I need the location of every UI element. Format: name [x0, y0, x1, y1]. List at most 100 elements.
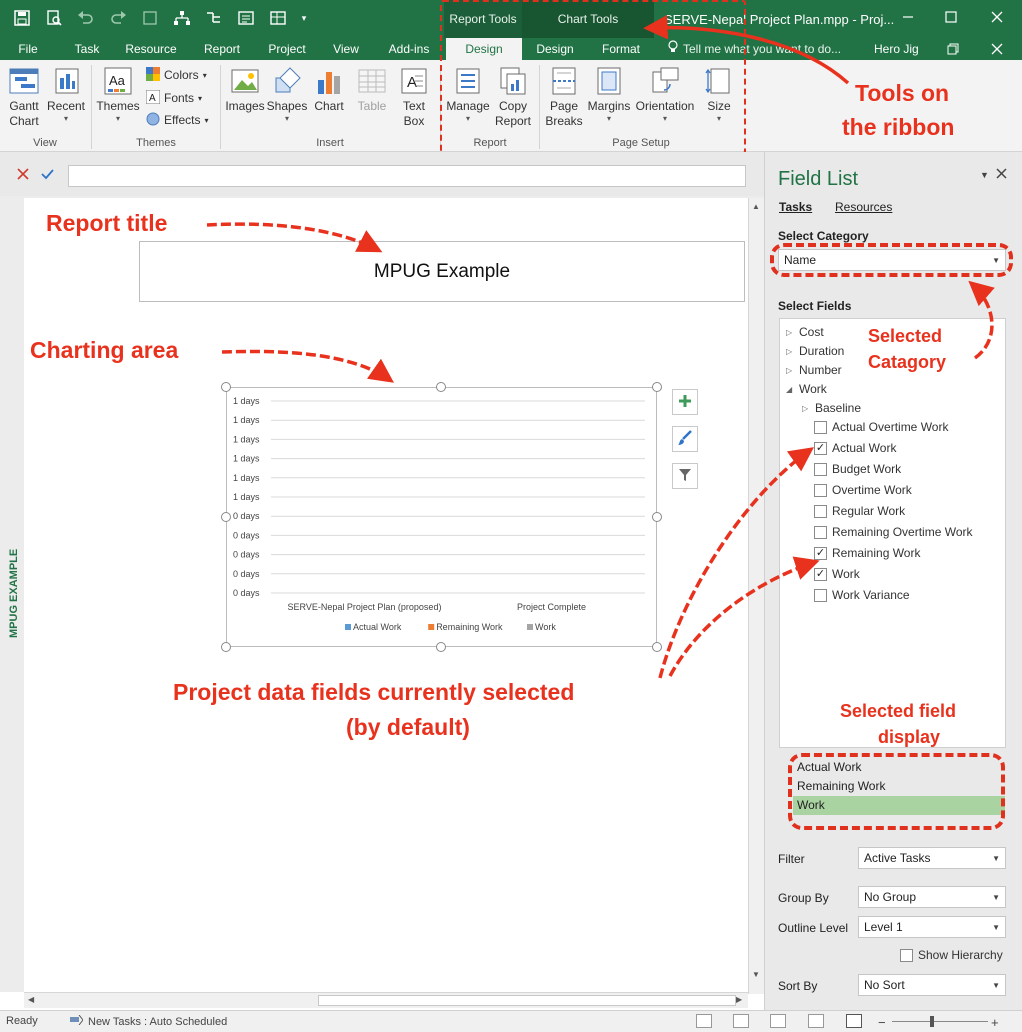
- user-name[interactable]: Hero Jig: [874, 38, 919, 60]
- colors-button[interactable]: Colors ▾: [146, 65, 207, 85]
- group-by-select[interactable]: No Group ▼: [858, 886, 1006, 908]
- table-button[interactable]: Table: [352, 64, 392, 114]
- zoom-slider-thumb[interactable]: [930, 1016, 934, 1027]
- tab-task[interactable]: Task: [66, 38, 108, 60]
- panel-options-icon[interactable]: ▼: [980, 170, 989, 180]
- page-breaks-button[interactable]: Page Breaks: [543, 64, 585, 129]
- sort-by-select[interactable]: No Sort ▼: [858, 974, 1006, 996]
- gantt-view-icon[interactable]: [696, 1014, 712, 1028]
- category-select[interactable]: Name ▼: [778, 249, 1006, 271]
- confirm-entry-icon[interactable]: [37, 164, 57, 184]
- orientation-button[interactable]: Orientation ▾: [634, 64, 696, 124]
- expand-triangle-icon[interactable]: ▷: [786, 366, 794, 375]
- field-checkbox-row[interactable]: ✓ Actual Work: [814, 441, 896, 455]
- resource-sheet-icon[interactable]: [808, 1014, 824, 1028]
- collapse-triangle-icon[interactable]: ◢: [786, 385, 794, 394]
- close-window-button[interactable]: [982, 6, 1012, 28]
- text-box-button[interactable]: A Text Box: [396, 64, 432, 129]
- manage-button[interactable]: Manage ▾: [444, 64, 492, 124]
- team-planner-icon[interactable]: [770, 1014, 786, 1028]
- indent-icon[interactable]: [200, 6, 228, 30]
- tab-chart-format[interactable]: Format: [592, 38, 650, 60]
- tab-file[interactable]: File: [8, 38, 48, 60]
- resize-handle[interactable]: [652, 512, 662, 522]
- field-checkbox-row[interactable]: Work Variance: [814, 588, 910, 602]
- size-button[interactable]: Size ▾: [700, 64, 738, 124]
- tab-project[interactable]: Project: [262, 38, 312, 60]
- tree-node-work[interactable]: ◢ Work: [786, 382, 827, 396]
- customize-qat-icon[interactable]: ▾: [296, 6, 312, 30]
- outline-icon[interactable]: [168, 6, 196, 30]
- checkbox-icon[interactable]: [814, 420, 827, 434]
- resize-handle[interactable]: [436, 642, 446, 652]
- scroll-right-icon[interactable]: ▶: [736, 995, 742, 1004]
- scroll-left-icon[interactable]: ◀: [28, 995, 34, 1004]
- expand-triangle-icon[interactable]: ▷: [802, 404, 810, 413]
- tree-node-cost[interactable]: ▷ Cost: [786, 325, 824, 339]
- tab-resource[interactable]: Resource: [120, 38, 182, 60]
- selected-field-item[interactable]: Actual Work: [793, 758, 1005, 777]
- cancel-entry-icon[interactable]: [13, 164, 33, 184]
- chart-filters-button[interactable]: [672, 463, 698, 489]
- expand-triangle-icon[interactable]: ▷: [786, 328, 794, 337]
- scroll-down-icon[interactable]: ▼: [752, 970, 760, 979]
- restore-ribbon-icon[interactable]: [938, 38, 968, 60]
- entry-input[interactable]: [68, 165, 746, 187]
- minimize-button[interactable]: [893, 6, 923, 28]
- checkbox-checked-icon[interactable]: ✓: [814, 567, 827, 581]
- vertical-scrollbar[interactable]: ▲ ▼: [748, 198, 764, 994]
- effects-button[interactable]: Effects ▾: [146, 110, 208, 130]
- resize-handle[interactable]: [221, 382, 231, 392]
- new-tasks-mode[interactable]: New Tasks : Auto Scheduled: [70, 1014, 227, 1028]
- outline-level-select[interactable]: Level 1 ▼: [858, 916, 1006, 938]
- fonts-button[interactable]: A Fonts ▾: [145, 88, 202, 108]
- resize-handle[interactable]: [652, 642, 662, 652]
- close-document-button[interactable]: [982, 38, 1012, 60]
- print-preview-icon[interactable]: [40, 6, 68, 30]
- tell-me-box[interactable]: Tell me what you want to do...: [668, 38, 841, 60]
- field-checkbox-row[interactable]: Actual Overtime Work: [814, 420, 948, 434]
- images-button[interactable]: Images: [224, 64, 266, 114]
- chart-button[interactable]: Chart: [310, 64, 348, 114]
- tree-node-number[interactable]: ▷ Number: [786, 363, 842, 377]
- task-info-icon[interactable]: [232, 6, 260, 30]
- reports-view-icon[interactable]: [846, 1014, 862, 1028]
- margins-button[interactable]: Margins ▾: [586, 64, 632, 124]
- themes-button[interactable]: Aa Themes ▾: [96, 64, 140, 124]
- field-checkbox-row[interactable]: ✓ Work: [814, 567, 860, 581]
- report-title-box[interactable]: MPUG Example: [139, 241, 745, 302]
- resize-handle[interactable]: [436, 382, 446, 392]
- chart-styles-button[interactable]: [672, 426, 698, 452]
- resize-handle[interactable]: [652, 382, 662, 392]
- selected-field-item[interactable]: Work: [793, 796, 1005, 815]
- close-panel-icon[interactable]: [996, 168, 1007, 182]
- chart-elements-button[interactable]: [672, 389, 698, 415]
- show-hierarchy-checkbox[interactable]: Show Hierarchy: [900, 948, 1003, 962]
- copy-report-button[interactable]: Copy Report: [492, 64, 534, 129]
- chart-area[interactable]: 1 days 1 days 1 days 1 days 1 days 1 days 0 da…: [226, 387, 657, 647]
- tab-view[interactable]: View: [324, 38, 368, 60]
- checkbox-icon[interactable]: [814, 504, 827, 518]
- field-checkbox-row[interactable]: Budget Work: [814, 462, 901, 476]
- task-usage-icon[interactable]: [733, 1014, 749, 1028]
- zoom-slider[interactable]: [892, 1021, 988, 1022]
- maximize-button[interactable]: [936, 6, 966, 28]
- zoom-out-icon[interactable]: −: [878, 1015, 886, 1030]
- save-icon[interactable]: [8, 6, 36, 30]
- spelling-icon[interactable]: [136, 6, 164, 30]
- checkbox-icon[interactable]: [900, 948, 913, 962]
- tab-report[interactable]: Report: [196, 38, 248, 60]
- tree-node-duration[interactable]: ▷ Duration: [786, 344, 844, 358]
- tab-resources[interactable]: Resources: [835, 200, 892, 214]
- horizontal-scrollbar[interactable]: ◀ ▶: [24, 992, 748, 1008]
- filter-select[interactable]: Active Tasks ▼: [858, 847, 1006, 869]
- redo-icon[interactable]: [104, 6, 132, 30]
- recent-button[interactable]: Recent ▾: [46, 64, 86, 124]
- tree-node-baseline[interactable]: ▷ Baseline: [802, 401, 861, 415]
- shapes-button[interactable]: Shapes ▾: [266, 64, 308, 124]
- field-checkbox-row[interactable]: Overtime Work: [814, 483, 912, 497]
- checkbox-icon[interactable]: [814, 588, 827, 602]
- selected-field-item[interactable]: Remaining Work: [793, 777, 1005, 796]
- field-checkbox-row[interactable]: Remaining Overtime Work: [814, 525, 972, 539]
- checkbox-icon[interactable]: [814, 462, 827, 476]
